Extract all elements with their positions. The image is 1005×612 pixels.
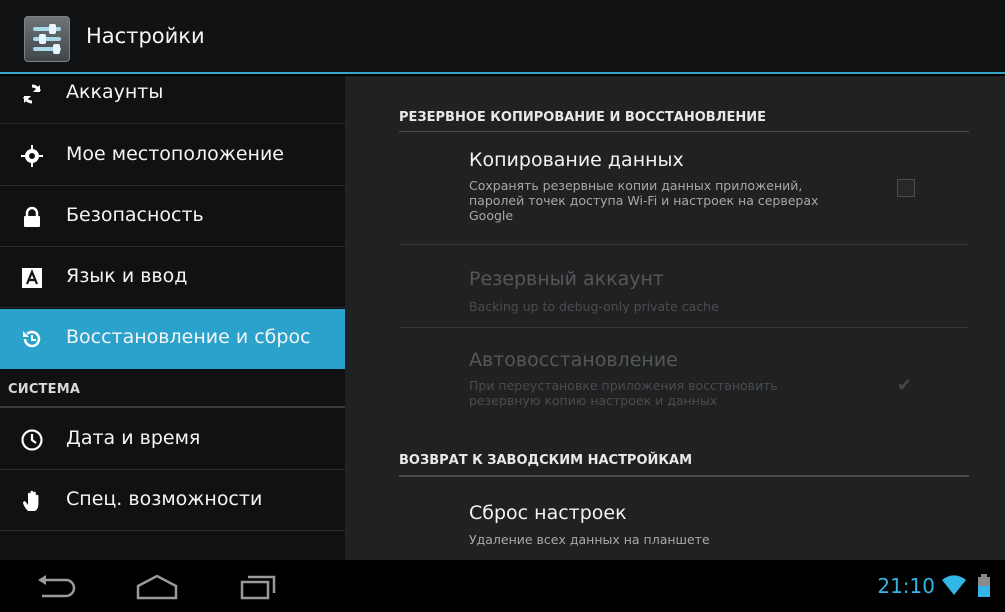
- sidebar-item-label: Мое местоположение: [66, 143, 284, 165]
- backup-data-checkbox[interactable]: [897, 179, 915, 197]
- home-button[interactable]: [132, 572, 182, 606]
- pref-title: Резервный аккаунт: [469, 268, 664, 290]
- sidebar-item-next[interactable]: [0, 532, 345, 560]
- clock-icon: [20, 428, 44, 452]
- action-bar: Настройки: [0, 0, 1005, 74]
- clock[interactable]: 21:10: [877, 574, 935, 598]
- sidebar-item-label: Безопасность: [66, 204, 204, 226]
- sidebar-item-backup-reset[interactable]: Восстановление и сброс: [0, 309, 345, 369]
- hand-icon: [20, 489, 44, 513]
- lock-icon: [20, 205, 44, 229]
- sidebar-item-date-time[interactable]: Дата и время: [0, 410, 345, 470]
- pref-title: Сброс настроек: [469, 502, 627, 524]
- backup-data-pref[interactable]: Копирование данных Сохранять резервные к…: [399, 133, 969, 245]
- back-button[interactable]: [32, 572, 82, 606]
- sidebar-item-security[interactable]: Безопасность: [0, 187, 345, 247]
- settings-sidebar: Аккаунты Мое местоположение Безопасность…: [0, 76, 345, 560]
- section-header-backup: РЕЗЕРВНОЕ КОПИРОВАНИЕ И ВОССТАНОВЛЕНИЕ: [399, 96, 969, 132]
- wifi-icon: [941, 574, 967, 600]
- sync-icon: [20, 82, 44, 106]
- pref-title: Автовосстановление: [469, 349, 678, 371]
- settings-app-icon[interactable]: [24, 16, 70, 62]
- language-icon: [20, 266, 44, 290]
- pref-summary: При переустановке приложения восстановит…: [469, 378, 778, 408]
- section-header-system: СИСТЕМА: [0, 372, 345, 408]
- sidebar-item-label: Спец. возможности: [66, 488, 263, 510]
- sidebar-item-accounts[interactable]: Аккаунты: [0, 76, 345, 124]
- sidebar-item-label: Язык и ввод: [66, 265, 188, 287]
- page-title: Настройки: [86, 24, 205, 48]
- recent-apps-button[interactable]: [238, 572, 278, 606]
- section-header-factory: ВОЗВРАТ К ЗАВОДСКИМ НАСТРОЙКАМ: [399, 439, 969, 477]
- backup-reset-panel: РЕЗЕРВНОЕ КОПИРОВАНИЕ И ВОССТАНОВЛЕНИЕ К…: [345, 76, 1005, 560]
- pref-summary: Сохранять резервные копии данных приложе…: [469, 178, 819, 223]
- sidebar-item-language[interactable]: Язык и ввод: [0, 248, 345, 308]
- sidebar-item-label: Дата и время: [66, 427, 201, 449]
- sidebar-item-label: Аккаунты: [66, 81, 164, 103]
- sidebar-item-accessibility[interactable]: Спец. возможности: [0, 471, 345, 531]
- sidebar-item-location[interactable]: Мое местоположение: [0, 126, 345, 186]
- factory-reset-pref[interactable]: Сброс настроек Удаление всех данных на п…: [399, 478, 969, 560]
- pref-summary: Backing up to debug-only private cache: [469, 299, 719, 314]
- sidebar-item-label: Восстановление и сброс: [66, 326, 311, 348]
- system-bar: 21:10: [0, 560, 1005, 612]
- auto-restore-pref: Автовосстановление При переустановке при…: [399, 329, 969, 439]
- restore-icon: [20, 327, 44, 351]
- check-icon: ✔: [897, 375, 913, 396]
- pref-title: Копирование данных: [469, 149, 684, 171]
- battery-icon: [977, 574, 991, 602]
- backup-account-pref: Резервный аккаунт Backing up to debug-on…: [399, 246, 969, 328]
- pref-summary: Удаление всех данных на планшете: [469, 532, 710, 547]
- location-icon: [20, 144, 44, 168]
